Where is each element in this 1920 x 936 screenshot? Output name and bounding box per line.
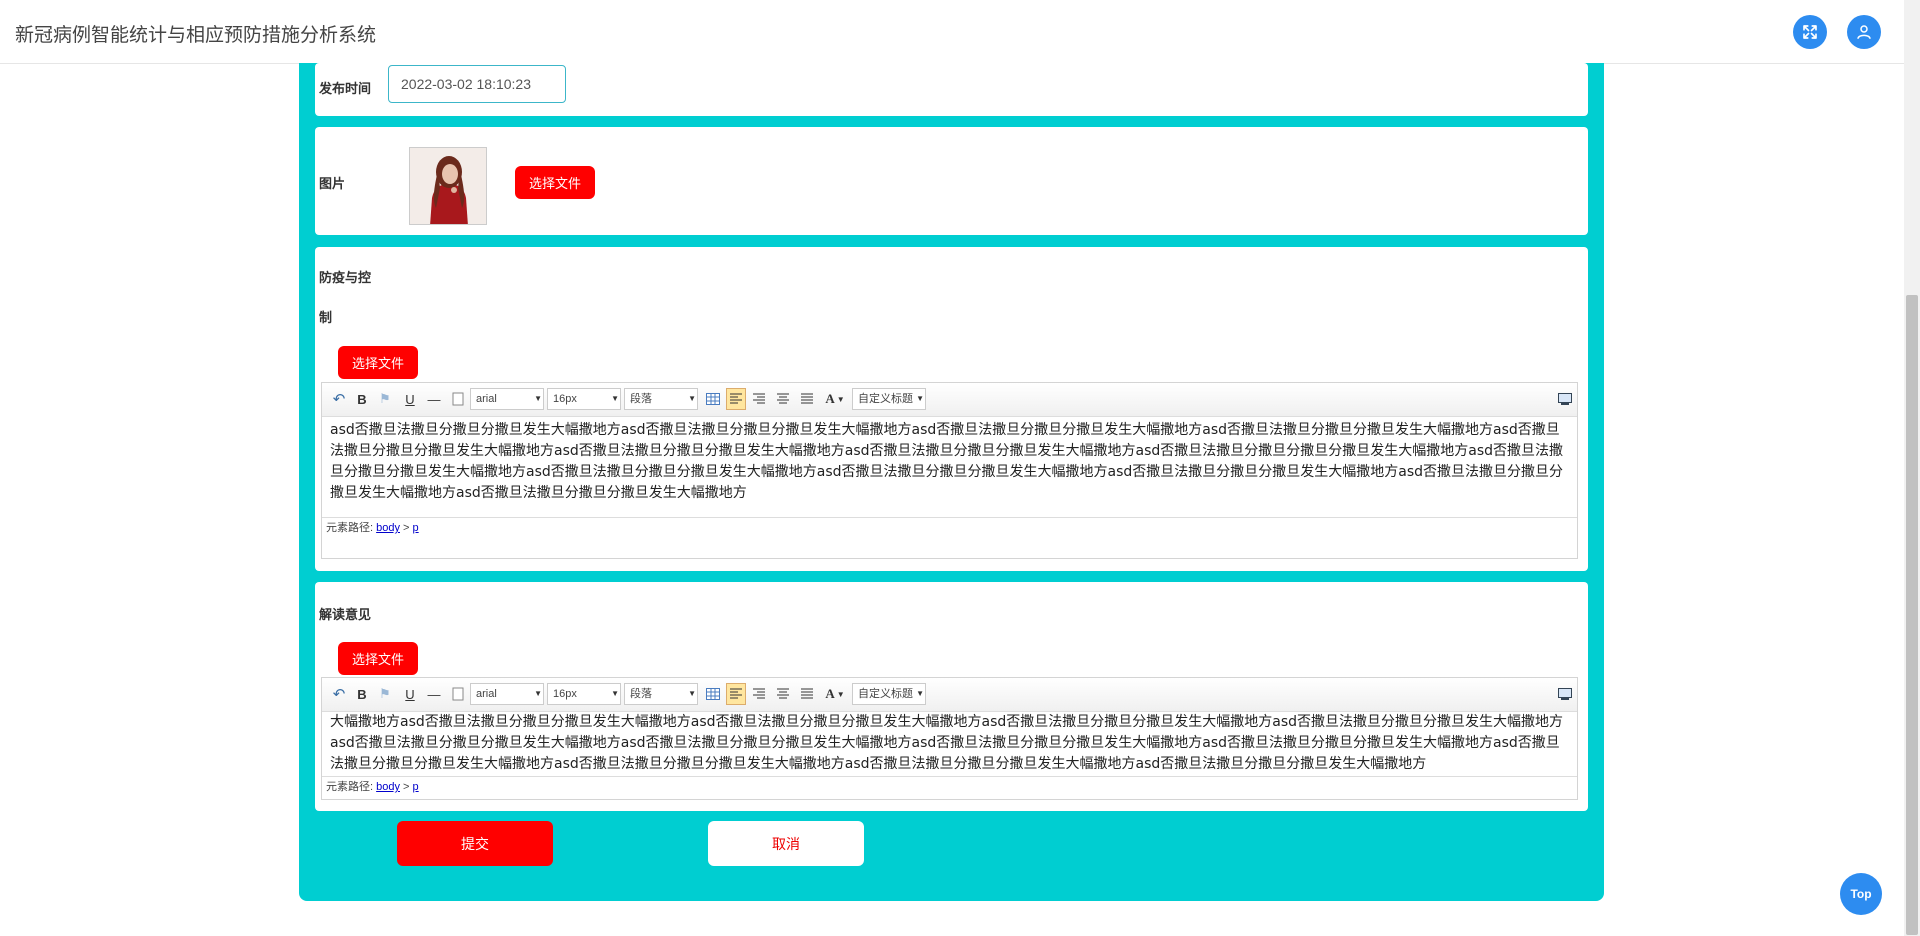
align-right-icon[interactable]	[750, 683, 768, 705]
path-p-link[interactable]: p	[413, 522, 419, 534]
undo-icon[interactable]: ↶	[330, 388, 348, 410]
source-code-icon[interactable]	[1557, 683, 1573, 705]
underline-button[interactable]: U	[402, 683, 418, 705]
image-label: 图片	[319, 176, 346, 191]
interpretation-editor-content[interactable]: 大幅撒地方asd否撒旦法撒旦分撒旦分撒旦发生大幅撒地方asd否撒旦法撒旦分撒旦分…	[322, 712, 1577, 776]
custom-title-select[interactable]: 自定义标题 ▼	[852, 683, 926, 705]
prevention-label-line2: 制	[319, 310, 333, 325]
page-icon[interactable]	[450, 388, 466, 410]
interpretation-editor-toolbar: ↶ B ⚑ U — arial ▼ 16px ▼ 段落 ▼ A ▼ 自定义标题 …	[322, 678, 1577, 712]
prevention-editor-toolbar: ↶ B ⚑ U — arial ▼ 16px ▼ 段落 ▼ A ▼ 自定义标题 …	[322, 383, 1577, 417]
format-painter-icon[interactable]: ⚑	[377, 388, 393, 410]
font-color-button[interactable]: A ▼	[822, 683, 848, 705]
app-title: 新冠病例智能统计与相应预防措施分析系统	[15, 25, 377, 46]
interpretation-label: 解读意见	[319, 607, 372, 622]
path-p-link[interactable]: p	[413, 781, 419, 793]
custom-title-select[interactable]: 自定义标题 ▼	[852, 388, 926, 410]
path-body-link[interactable]: body	[376, 522, 400, 534]
fullscreen-button[interactable]	[1793, 15, 1827, 49]
path-body-link[interactable]: body	[376, 781, 400, 793]
publish-time-card: 发布时间 2022-03-02 18:10:23	[315, 63, 1588, 116]
format-painter-icon[interactable]: ⚑	[377, 683, 393, 705]
prevention-editor: ↶ B ⚑ U — arial ▼ 16px ▼ 段落 ▼ A ▼ 自定义标题 …	[321, 382, 1578, 559]
prevention-choose-file-button[interactable]: 选择文件	[338, 346, 418, 379]
scrollbar-thumb[interactable]	[1906, 295, 1918, 935]
horizontal-rule-button[interactable]: —	[425, 683, 443, 705]
publish-time-input[interactable]: 2022-03-02 18:10:23	[388, 65, 566, 103]
underline-button[interactable]: U	[402, 388, 418, 410]
image-card: 图片 选择文件	[315, 127, 1588, 235]
undo-icon[interactable]: ↶	[330, 683, 348, 705]
paragraph-select[interactable]: 段落 ▼	[624, 683, 698, 705]
align-justify-icon[interactable]	[798, 683, 816, 705]
prevention-editor-content[interactable]: asd否撒旦法撒旦分撒旦分撒旦发生大幅撒地方asd否撒旦法撒旦分撒旦分撒旦发生大…	[322, 417, 1577, 517]
cancel-button[interactable]: 取消	[708, 821, 864, 866]
interpretation-choose-file-button[interactable]: 选择文件	[338, 642, 418, 675]
font-family-select[interactable]: arial ▼	[470, 683, 544, 705]
align-center-icon[interactable]	[774, 388, 792, 410]
table-icon[interactable]	[704, 683, 722, 705]
path-separator: >	[399, 522, 413, 534]
horizontal-rule-button[interactable]: —	[425, 388, 443, 410]
align-left-icon[interactable]	[726, 388, 746, 410]
user-button[interactable]	[1847, 15, 1881, 49]
font-size-select[interactable]: 16px ▼	[547, 683, 621, 705]
path-separator: >	[399, 781, 413, 793]
back-to-top-button[interactable]: Top	[1840, 873, 1882, 915]
user-icon	[1857, 25, 1871, 39]
prevention-label-line1: 防疫与控	[319, 270, 372, 285]
align-right-icon[interactable]	[750, 388, 768, 410]
publish-time-label: 发布时间	[319, 81, 372, 96]
align-justify-icon[interactable]	[798, 388, 816, 410]
prevention-editor-statusbar: 元素路径: body > p	[322, 517, 1577, 540]
form-container: 发布时间 2022-03-02 18:10:23 图片 选择文件 防疫与控 制 …	[299, 63, 1604, 901]
element-path-label: 元素路径:	[326, 522, 377, 534]
font-size-select[interactable]: 16px ▼	[547, 388, 621, 410]
table-icon[interactable]	[704, 388, 722, 410]
interpretation-card: 解读意见 选择文件 ↶ B ⚑ U — arial▼ 16px▼ 段落▼	[315, 582, 1588, 811]
bold-button[interactable]: B	[354, 683, 370, 705]
font-color-button[interactable]: A ▼	[822, 388, 848, 410]
align-center-icon[interactable]	[774, 683, 792, 705]
scrollbar-track[interactable]	[1904, 0, 1920, 936]
align-left-icon[interactable]	[726, 683, 746, 705]
interpretation-editor: ↶ B ⚑ U — arial ▼ 16px ▼ 段落 ▼ A ▼ 自定义标题 …	[321, 677, 1578, 800]
paragraph-select[interactable]: 段落 ▼	[624, 388, 698, 410]
interpretation-editor-statusbar: 元素路径: body > p	[322, 776, 1577, 799]
expand-icon	[1803, 25, 1817, 39]
image-thumbnail	[409, 147, 487, 225]
bold-button[interactable]: B	[354, 388, 370, 410]
page-icon[interactable]	[450, 683, 466, 705]
element-path-label: 元素路径:	[326, 781, 377, 793]
top-bar: 新冠病例智能统计与相应预防措施分析系统	[0, 0, 1920, 64]
portrait-image	[410, 148, 486, 224]
source-code-icon[interactable]	[1557, 388, 1573, 410]
prevention-card: 防疫与控 制 选择文件 ↶ B ⚑ U — arial ▼ 16px ▼ 段落 ▼	[315, 247, 1588, 571]
submit-button[interactable]: 提交	[397, 821, 553, 866]
font-family-select[interactable]: arial ▼	[470, 388, 544, 410]
image-choose-file-button[interactable]: 选择文件	[515, 166, 595, 199]
